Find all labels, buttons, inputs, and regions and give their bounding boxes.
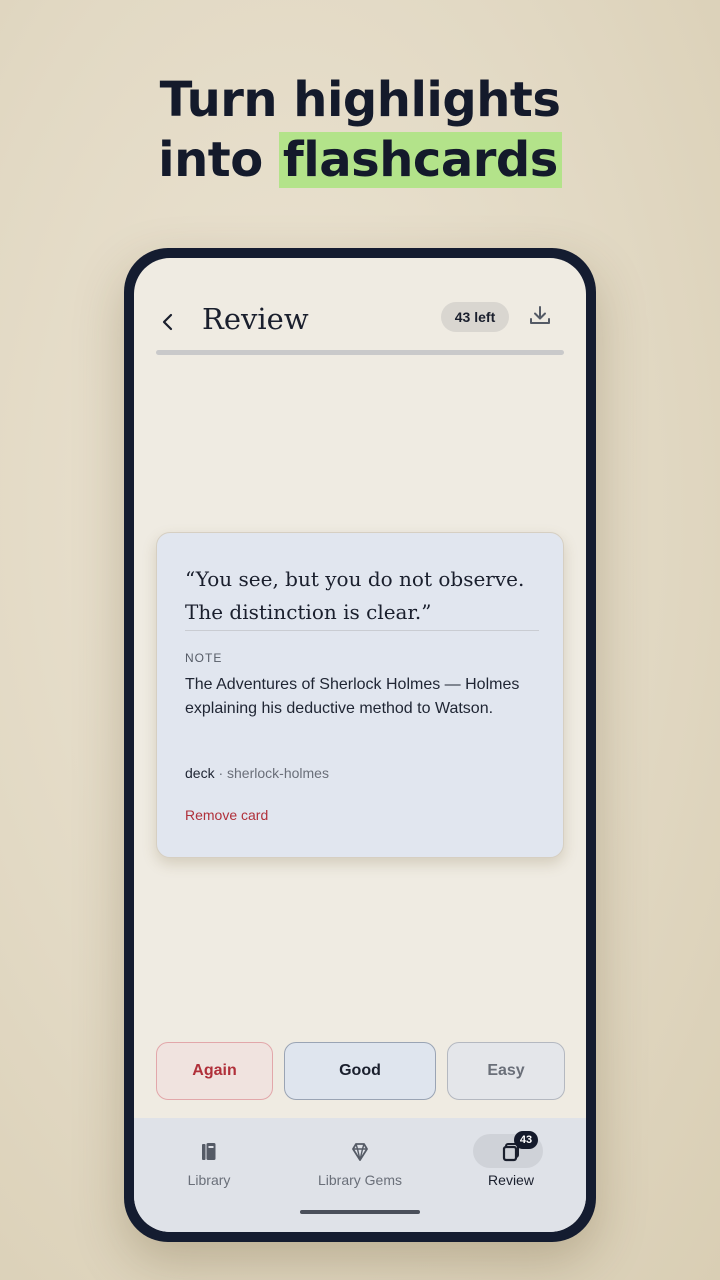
deck-row: deck · sherlock-holmes: [185, 765, 329, 781]
download-icon[interactable]: [526, 302, 554, 330]
headline-prefix: into: [158, 132, 279, 188]
headline-line-2: into flashcards: [0, 130, 720, 190]
deck-value: · sherlock-holmes: [218, 765, 329, 781]
card-quote: “You see, but you do not observe. The di…: [185, 567, 525, 624]
bottom-nav: Library Library Gems 43 Review: [134, 1118, 586, 1232]
library-icon: [202, 1143, 216, 1160]
nav-label-library: Library: [187, 1172, 231, 1188]
flashcard: “You see, but you do not observe. The di…: [156, 532, 564, 858]
nav-label-review: Review: [488, 1172, 534, 1188]
nav-item-library[interactable]: Library: [144, 1134, 274, 1194]
gem-icon: [352, 1143, 368, 1161]
rating-actions: Again Good Easy: [134, 1042, 586, 1102]
remaining-count-badge: 43 left: [441, 302, 509, 332]
note-label: NOTE: [185, 651, 223, 665]
page-title: Review: [202, 302, 309, 336]
review-progress-bar: [156, 350, 564, 355]
good-button[interactable]: Good: [284, 1042, 436, 1100]
top-bar: Review 43 left: [134, 298, 586, 358]
nav-item-library-gems[interactable]: Library Gems: [295, 1134, 425, 1194]
headline: Turn highlights into flashcards: [0, 70, 720, 190]
headline-highlight: flashcards: [278, 132, 562, 188]
chevron-left-icon[interactable]: [156, 310, 180, 334]
easy-button[interactable]: Easy: [447, 1042, 565, 1100]
review-count-badge: 43: [514, 1131, 538, 1149]
nav-item-review[interactable]: 43 Review: [446, 1131, 576, 1194]
nav-label-library-gems: Library Gems: [317, 1172, 403, 1188]
phone-screen: Review 43 left “You see, but you do not …: [134, 258, 586, 1232]
headline-line-1: Turn highlights: [159, 72, 561, 128]
card-divider: [185, 630, 539, 631]
phone-frame: Review 43 left “You see, but you do not …: [124, 248, 596, 1242]
home-indicator: [300, 1210, 420, 1214]
again-button[interactable]: Again: [156, 1042, 273, 1100]
remove-card-button[interactable]: Remove card: [185, 807, 268, 823]
deck-label: deck: [185, 765, 215, 781]
note-text: The Adventures of Sherlock Holmes — Holm…: [185, 676, 520, 717]
